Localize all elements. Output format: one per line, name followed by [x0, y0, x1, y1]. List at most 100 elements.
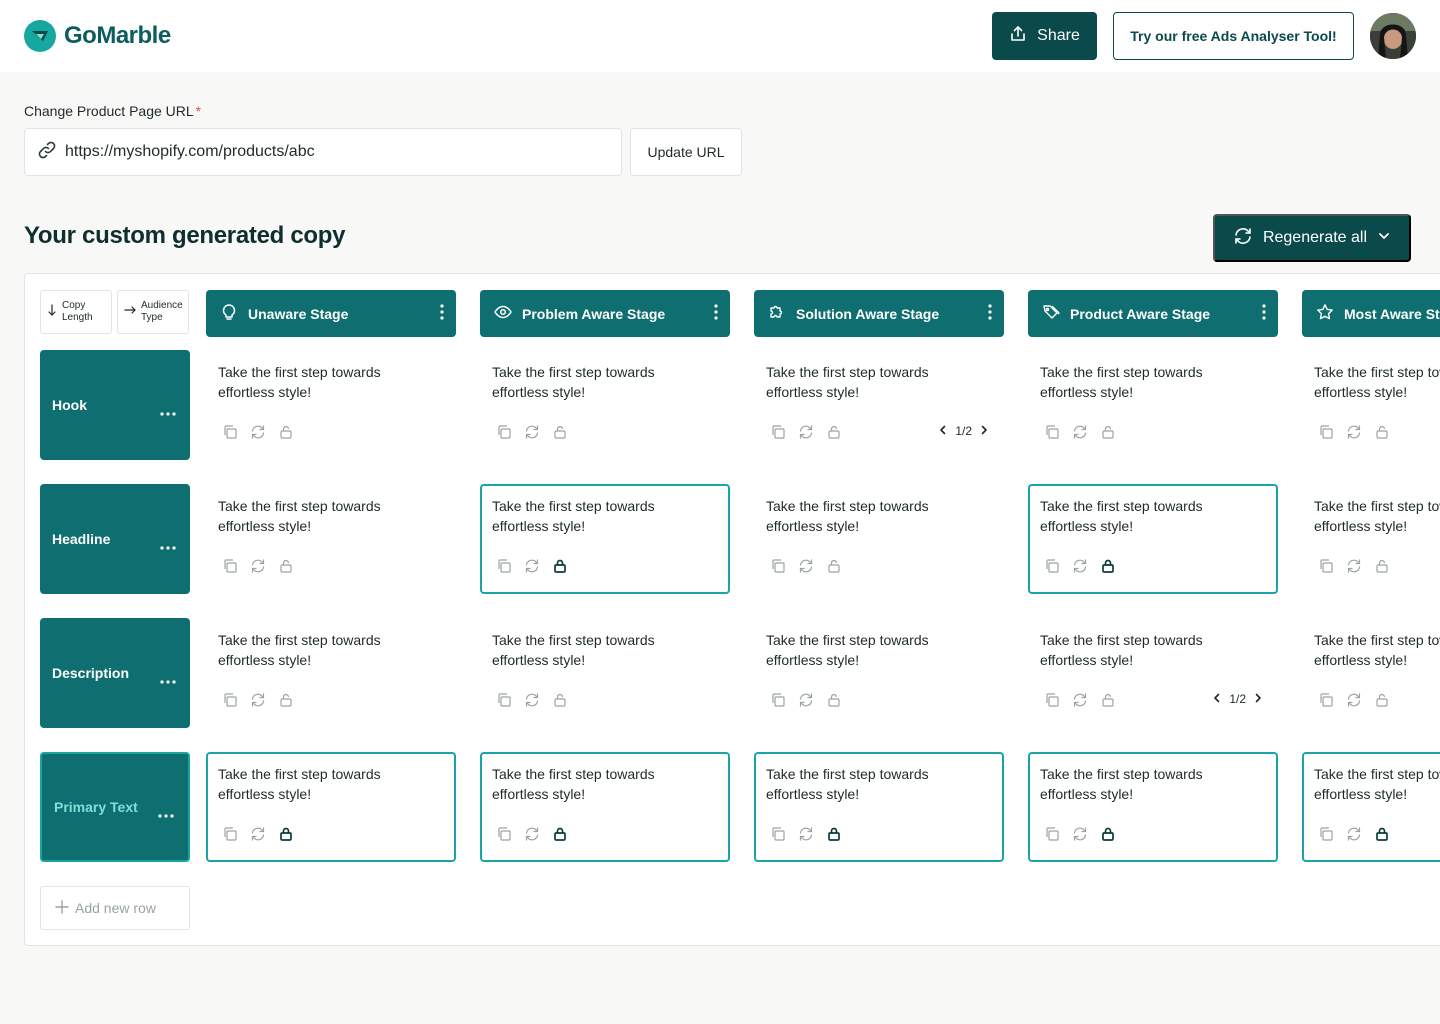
copy-icon[interactable] [770, 826, 786, 842]
copy-icon[interactable] [222, 558, 238, 574]
copy-cell[interactable]: Take the first step towards effortless s… [1302, 350, 1440, 460]
copy-text[interactable]: Take the first step towards effortless s… [766, 630, 966, 670]
copy-cell[interactable]: Take the first step towards effortless s… [754, 618, 1004, 728]
copy-icon[interactable] [222, 424, 238, 440]
copy-text[interactable]: Take the first step towards effortless s… [766, 764, 966, 804]
lock-open-icon[interactable] [278, 558, 294, 574]
stage-header-problem-aware-stage[interactable]: Problem Aware Stage [480, 290, 730, 337]
lock-open-icon[interactable] [278, 692, 294, 708]
copy-text[interactable]: Take the first step towards effortless s… [1040, 630, 1240, 670]
copy-icon[interactable] [496, 424, 512, 440]
lock-closed-icon[interactable] [278, 826, 294, 842]
refresh-icon[interactable] [250, 424, 266, 440]
copy-cell[interactable]: Take the first step towards effortless s… [206, 350, 456, 460]
copy-cell[interactable]: Take the first step towards effortless s… [480, 752, 730, 862]
more-vertical-icon[interactable] [440, 304, 444, 323]
copy-icon[interactable] [1044, 692, 1060, 708]
refresh-icon[interactable] [524, 826, 540, 842]
refresh-icon[interactable] [1072, 558, 1088, 574]
logo[interactable]: GoMarble [24, 20, 171, 52]
stage-header-solution-aware-stage[interactable]: Solution Aware Stage [754, 290, 1004, 337]
chevron-right-icon[interactable] [1254, 692, 1262, 706]
refresh-icon[interactable] [250, 826, 266, 842]
lock-open-icon[interactable] [552, 692, 568, 708]
stage-header-most-aware-stage[interactable]: Most Aware Stage [1302, 290, 1440, 337]
refresh-icon[interactable] [524, 558, 540, 574]
copy-text[interactable]: Take the first step towards effortless s… [1314, 362, 1440, 402]
copy-icon[interactable] [770, 424, 786, 440]
copy-cell[interactable]: Take the first step towards effortless s… [480, 350, 730, 460]
copy-icon[interactable] [496, 692, 512, 708]
lock-open-icon[interactable] [1374, 558, 1390, 574]
copy-cell[interactable]: Take the first step towards effortless s… [754, 484, 1004, 594]
lock-open-icon[interactable] [1374, 424, 1390, 440]
more-vertical-icon[interactable] [714, 304, 718, 323]
copy-text[interactable]: Take the first step towards effortless s… [492, 764, 692, 804]
regenerate-all-button[interactable]: Regenerate all [1213, 214, 1411, 262]
copy-text[interactable]: Take the first step towards effortless s… [218, 496, 418, 536]
chevron-down-icon[interactable] [1377, 229, 1391, 248]
copy-icon[interactable] [770, 558, 786, 574]
lock-closed-icon[interactable] [1374, 826, 1390, 842]
more-vertical-icon[interactable] [1262, 304, 1266, 323]
copy-cell[interactable]: Take the first step towards effortless s… [1302, 752, 1440, 862]
copy-icon[interactable] [1044, 424, 1060, 440]
refresh-icon[interactable] [798, 558, 814, 574]
lock-open-icon[interactable] [826, 424, 842, 440]
refresh-icon[interactable] [250, 558, 266, 574]
more-horizontal-icon[interactable] [160, 403, 176, 419]
copy-text[interactable]: Take the first step towards effortless s… [1040, 362, 1240, 402]
refresh-icon[interactable] [250, 692, 266, 708]
chevron-left-icon[interactable] [939, 424, 947, 438]
refresh-icon[interactable] [1072, 826, 1088, 842]
copy-icon[interactable] [1318, 692, 1334, 708]
copy-icon[interactable] [770, 692, 786, 708]
copy-cell[interactable]: Take the first step towards effortless s… [480, 484, 730, 594]
copy-cell[interactable]: Take the first step towards effortless s… [480, 618, 730, 728]
update-url-button[interactable]: Update URL [630, 128, 742, 176]
copy-icon[interactable] [222, 692, 238, 708]
add-new-row-button[interactable]: Add new row [40, 886, 190, 930]
sort-copy-length[interactable]: Copy Length [40, 290, 112, 334]
refresh-icon[interactable] [798, 692, 814, 708]
copy-cell[interactable]: Take the first step towards effortless s… [1028, 484, 1278, 594]
refresh-icon[interactable] [1072, 424, 1088, 440]
stage-header-product-aware-stage[interactable]: Product Aware Stage [1028, 290, 1278, 337]
copy-text[interactable]: Take the first step towards effortless s… [492, 496, 692, 536]
refresh-icon[interactable] [524, 424, 540, 440]
refresh-icon[interactable] [1346, 692, 1362, 708]
copy-text[interactable]: Take the first step towards effortless s… [1314, 630, 1440, 670]
copy-cell[interactable]: Take the first step towards effortless s… [206, 484, 456, 594]
copy-icon[interactable] [222, 826, 238, 842]
copy-icon[interactable] [1318, 826, 1334, 842]
url-input-container[interactable] [24, 128, 622, 176]
lock-open-icon[interactable] [1374, 692, 1390, 708]
row-header-hook[interactable]: Hook [40, 350, 190, 460]
lock-closed-icon[interactable] [552, 558, 568, 574]
more-horizontal-icon[interactable] [158, 805, 174, 821]
copy-cell[interactable]: Take the first step towards effortless s… [206, 618, 456, 728]
more-vertical-icon[interactable] [988, 304, 992, 323]
copy-text[interactable]: Take the first step towards effortless s… [766, 496, 966, 536]
copy-text[interactable]: Take the first step towards effortless s… [1314, 496, 1440, 536]
copy-icon[interactable] [1044, 826, 1060, 842]
copy-icon[interactable] [1318, 424, 1334, 440]
row-header-headline[interactable]: Headline [40, 484, 190, 594]
row-header-description[interactable]: Description [40, 618, 190, 728]
refresh-icon[interactable] [798, 826, 814, 842]
copy-cell[interactable]: Take the first step towards effortless s… [1028, 618, 1278, 728]
copy-icon[interactable] [1044, 558, 1060, 574]
copy-text[interactable]: Take the first step towards effortless s… [218, 764, 418, 804]
copy-icon[interactable] [496, 558, 512, 574]
stage-header-unaware-stage[interactable]: Unaware Stage [206, 290, 456, 337]
refresh-icon[interactable] [1346, 424, 1362, 440]
refresh-icon[interactable] [1072, 692, 1088, 708]
copy-text[interactable]: Take the first step towards effortless s… [492, 362, 692, 402]
chevron-right-icon[interactable] [980, 424, 988, 438]
lock-open-icon[interactable] [552, 424, 568, 440]
lock-closed-icon[interactable] [1100, 826, 1116, 842]
chevron-left-icon[interactable] [1213, 692, 1221, 706]
lock-open-icon[interactable] [826, 692, 842, 708]
copy-text[interactable]: Take the first step towards effortless s… [218, 362, 418, 402]
avatar[interactable] [1370, 13, 1416, 59]
